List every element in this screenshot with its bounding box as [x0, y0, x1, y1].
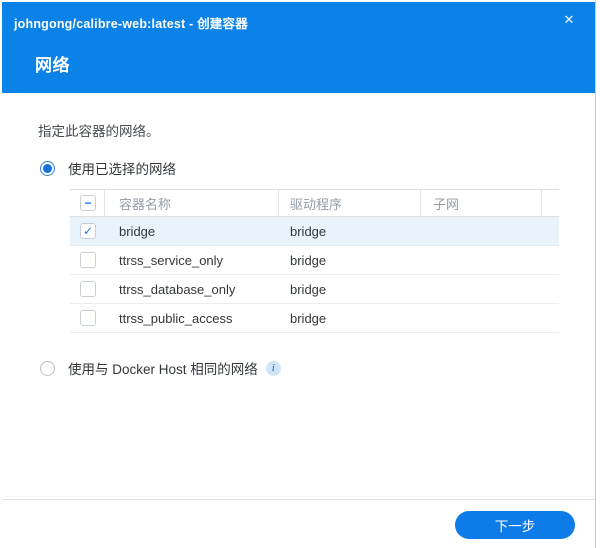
cell-filler: [542, 217, 559, 245]
cell-driver: bridge: [290, 223, 327, 239]
radio-docker-host-label: 使用与 Docker Host 相同的网络: [68, 362, 258, 377]
cell-subnet: [421, 275, 542, 303]
cell-filler: [542, 246, 559, 274]
radio-docker-host-network[interactable]: 使用与 Docker Host 相同的网络 i: [40, 358, 281, 378]
table-row[interactable]: ✓ bridge bridge: [70, 217, 559, 246]
next-button[interactable]: 下一步: [455, 511, 575, 539]
window-title: johngong/calibre-web:latest - 创建容器: [14, 17, 248, 31]
info-icon[interactable]: i: [265, 360, 281, 376]
cell-network-name: ttrss_service_only: [119, 252, 224, 268]
cell-subnet: [421, 246, 542, 274]
table-row[interactable]: ttrss_database_only bridge: [70, 275, 559, 304]
checkbox-unchecked-icon[interactable]: [80, 310, 96, 326]
radio-use-selected-label: 使用已选择的网络: [68, 162, 176, 177]
cell-filler: [542, 304, 559, 332]
table-header: − 容器名称 驱动程序 子网: [70, 189, 559, 217]
network-description: 指定此容器的网络。: [38, 124, 160, 139]
dialog-header: johngong/calibre-web:latest - 创建容器 ✕ 网络: [2, 2, 595, 93]
column-header-filler: [542, 190, 559, 216]
cell-subnet: [421, 304, 542, 332]
cell-driver: bridge: [290, 252, 327, 268]
checkbox-checked-icon[interactable]: ✓: [80, 223, 96, 239]
network-table: − 容器名称 驱动程序 子网 ✓ bridge bridge ttrss_servic…: [70, 189, 559, 333]
cell-subnet: [421, 217, 542, 245]
checkbox-unchecked-icon[interactable]: [80, 252, 96, 268]
cell-driver: bridge: [290, 310, 327, 326]
page-title: 网络: [35, 56, 70, 75]
checkbox-unchecked-icon[interactable]: [80, 281, 96, 297]
column-header-container-name[interactable]: 容器名称: [105, 190, 279, 216]
close-icon: ✕: [563, 12, 575, 27]
radio-use-selected-network[interactable]: 使用已选择的网络: [40, 158, 176, 178]
radio-unselected-icon[interactable]: [40, 360, 55, 376]
window-right-border: [595, 0, 596, 548]
table-row[interactable]: ttrss_service_only bridge: [70, 246, 559, 275]
cell-network-name: bridge: [119, 223, 156, 239]
cell-network-name: ttrss_public_access: [119, 310, 233, 326]
table-row[interactable]: ttrss_public_access bridge: [70, 304, 559, 333]
radio-selected-icon[interactable]: [40, 160, 55, 176]
cell-network-name: ttrss_database_only: [119, 281, 236, 297]
column-header-subnet[interactable]: 子网: [421, 190, 542, 216]
close-button[interactable]: ✕: [559, 10, 579, 30]
table-body: ✓ bridge bridge ttrss_service_only bridge ttr…: [70, 217, 559, 333]
select-all-checkbox[interactable]: −: [80, 195, 96, 211]
cell-driver: bridge: [290, 281, 327, 297]
cell-filler: [542, 275, 559, 303]
footer-divider: [2, 499, 595, 500]
column-header-driver[interactable]: 驱动程序: [279, 190, 421, 216]
